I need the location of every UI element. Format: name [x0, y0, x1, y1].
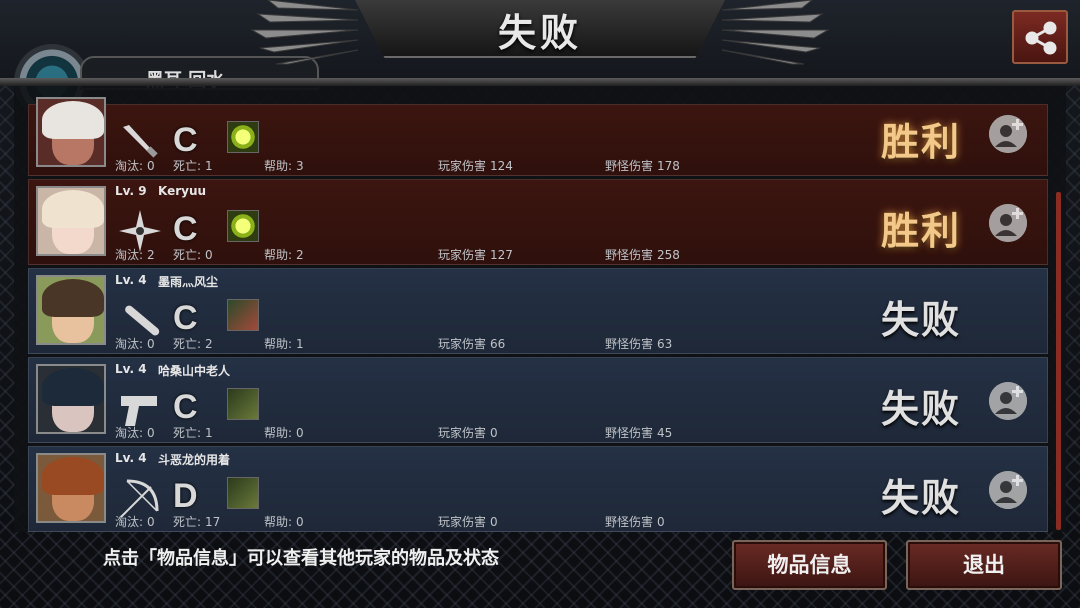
character-item-icon[interactable] [227, 299, 259, 331]
player-grade: C [173, 388, 198, 426]
player-level: Lv. 4 [115, 362, 147, 376]
result-label: 失败 [881, 298, 962, 342]
add-friend-button[interactable] [989, 471, 1027, 509]
result-label: 胜利 [881, 209, 962, 253]
monster-damage-stat: 野怪伤害 0 [605, 515, 665, 529]
eliminations-stat: 淘汰: 0 [115, 159, 155, 173]
player-damage-stat: 玩家伤害 127 [438, 248, 513, 262]
eliminations-stat: 淘汰: 0 [115, 426, 155, 440]
result-label: 失败 [881, 476, 962, 520]
player-avatar[interactable] [36, 364, 106, 434]
deaths-stat: 死亡: 1 [173, 159, 213, 173]
player-row[interactable]: C 淘汰: 0 死亡: 1 帮助: 3 玩家伤害 124 野怪伤害 178 胜利 [28, 97, 1048, 176]
player-grade: D [173, 477, 198, 515]
item-info-button[interactable]: 物品信息 [732, 540, 887, 590]
share-button[interactable] [1012, 10, 1068, 64]
add-friend-icon [989, 382, 1027, 420]
player-avatar[interactable] [36, 275, 106, 345]
monster-damage-stat: 野怪伤害 63 [605, 337, 673, 351]
result-label: 胜利 [881, 120, 962, 164]
add-friend-icon [989, 471, 1027, 509]
player-avatar[interactable] [36, 186, 106, 256]
eliminations-stat: 淘汰: 0 [115, 515, 155, 529]
player-level: Lv. 9 [115, 184, 147, 198]
assists-stat: 帮助: 0 [264, 515, 304, 529]
deaths-stat: 死亡: 17 [173, 515, 221, 529]
deaths-stat: 死亡: 1 [173, 426, 213, 440]
results-scrollbar[interactable] [1056, 192, 1061, 530]
eliminations-stat: 淘汰: 0 [115, 337, 155, 351]
player-damage-stat: 玩家伤害 0 [438, 515, 498, 529]
deaths-stat: 死亡: 2 [173, 337, 213, 351]
add-friend-icon [989, 115, 1027, 153]
player-name: Keryuu [158, 184, 207, 198]
monster-damage-stat: 野怪伤害 178 [605, 159, 680, 173]
player-name: 哈桑山中老人 [158, 364, 231, 378]
share-icon [1025, 21, 1057, 55]
player-grade: C [173, 121, 198, 159]
panel-frame [0, 78, 1080, 86]
assists-stat: 帮助: 1 [264, 337, 304, 351]
player-level: Lv. 4 [115, 273, 147, 287]
player-row[interactable]: Lv. 4 斗恶龙的用着 D 淘汰: 0 死亡: 17 帮助: 0 玩家伤害 0 野怪伤… [28, 446, 1048, 532]
player-damage-stat: 玩家伤害 124 [438, 159, 513, 173]
player-avatar[interactable] [36, 453, 106, 523]
player-grade: C [173, 299, 198, 337]
page-title: 失败 [497, 11, 582, 55]
eliminations-stat: 淘汰: 2 [115, 248, 155, 262]
player-row[interactable]: Lv. 4 哈桑山中老人 C 淘汰: 0 死亡: 1 帮助: 0 玩家伤害 0 野怪伤害… [28, 357, 1048, 443]
add-friend-button[interactable] [989, 382, 1027, 420]
add-friend-icon [989, 204, 1027, 242]
monster-damage-stat: 野怪伤害 45 [605, 426, 673, 440]
exit-button[interactable]: 退出 [906, 540, 1062, 590]
gem-item-icon[interactable] [227, 121, 259, 153]
player-name: 斗恶龙的用着 [158, 453, 231, 467]
player-level: Lv. 4 [115, 451, 147, 465]
result-label: 失败 [881, 387, 962, 431]
assists-stat: 帮助: 2 [264, 248, 304, 262]
player-row[interactable]: Lv. 9 Keryuu C 淘汰: 2 死亡: 0 帮助: 2 玩家伤害 127 野怪… [28, 179, 1048, 265]
player-damage-stat: 玩家伤害 66 [438, 337, 506, 351]
player-damage-stat: 玩家伤害 0 [438, 426, 498, 440]
assists-stat: 帮助: 0 [264, 426, 304, 440]
add-friend-button[interactable] [989, 204, 1027, 242]
monster-damage-stat: 野怪伤害 258 [605, 248, 680, 262]
player-grade: C [173, 210, 198, 248]
add-friend-button[interactable] [989, 115, 1027, 153]
hint-text: 点击「物品信息」可以查看其他玩家的物品及状态 [103, 548, 499, 569]
gem-item-icon[interactable] [227, 210, 259, 242]
armor-item-icon[interactable] [227, 477, 259, 509]
player-name: 墨雨灬风尘 [158, 275, 219, 289]
player-avatar[interactable] [36, 97, 106, 167]
assists-stat: 帮助: 3 [264, 159, 304, 173]
deaths-stat: 死亡: 0 [173, 248, 213, 262]
armor-item-icon[interactable] [227, 388, 259, 420]
player-row[interactable]: Lv. 4 墨雨灬风尘 C 淘汰: 0 死亡: 2 帮助: 1 玩家伤害 66 野怪伤害… [28, 268, 1048, 354]
